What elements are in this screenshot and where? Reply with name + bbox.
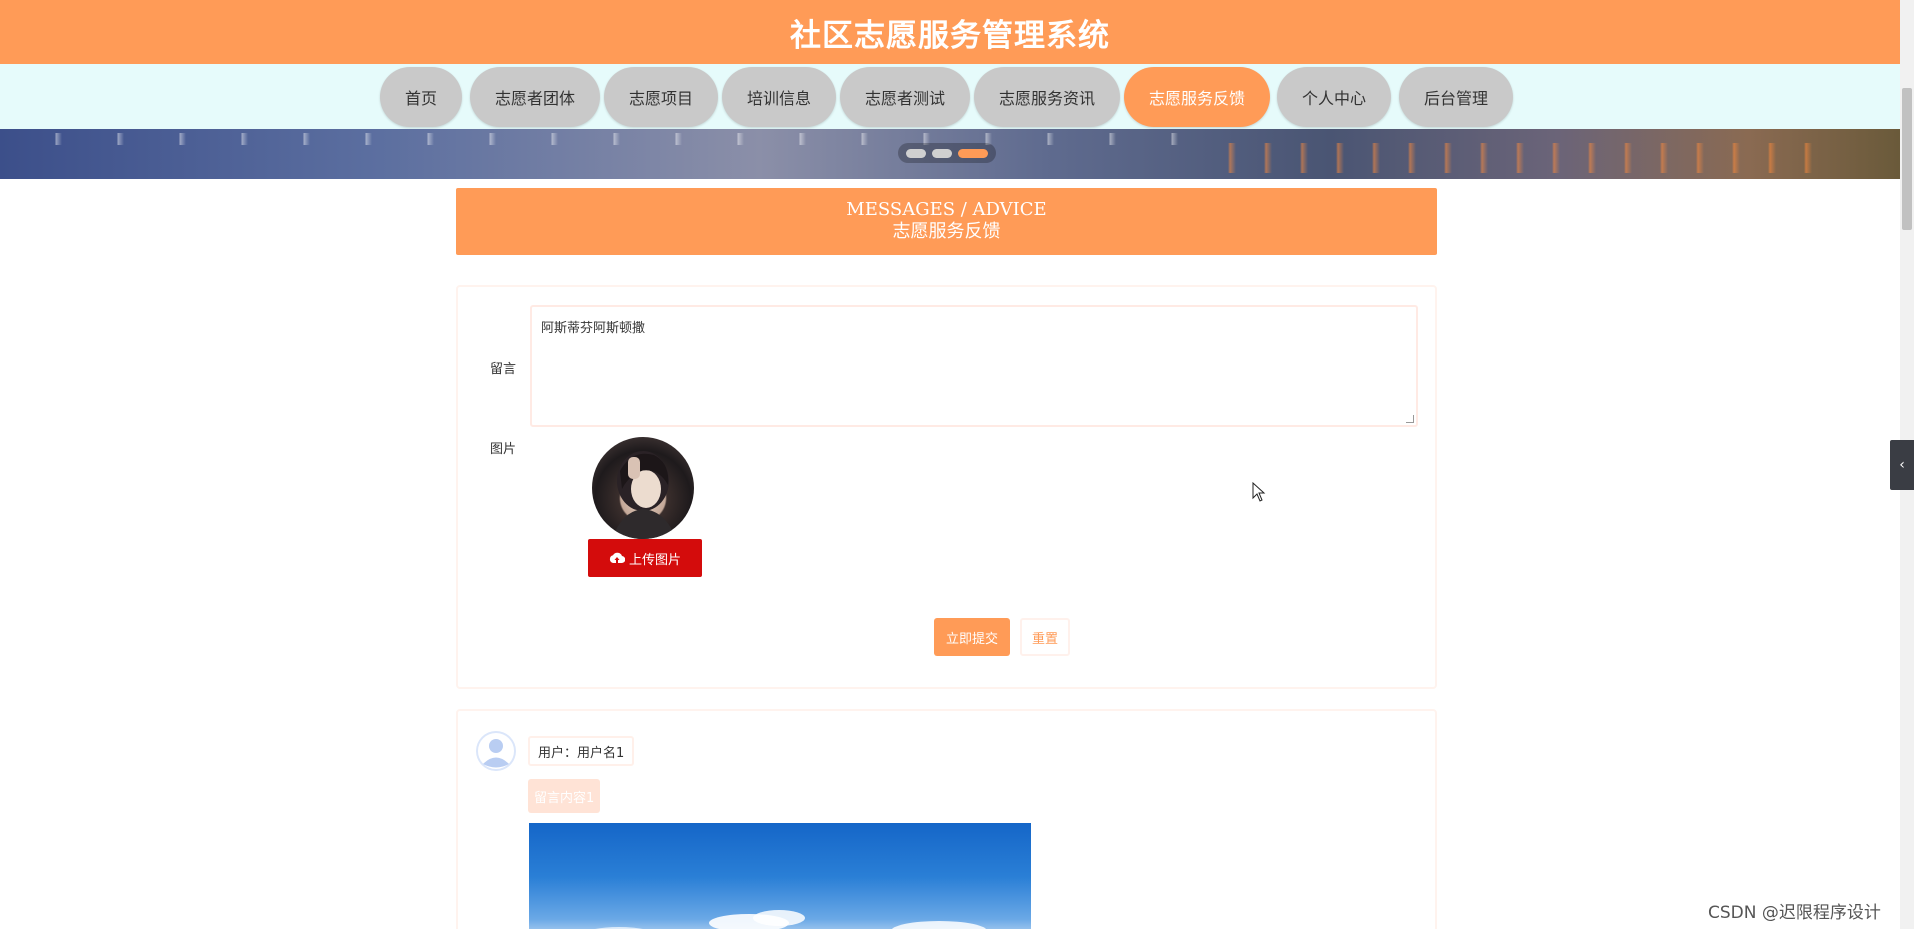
scrollbar-thumb[interactable] [1902,88,1912,230]
nav-volunteer-test[interactable]: 志愿者测试 [840,67,970,127]
uploaded-image-preview [592,437,694,539]
user-silhouette-icon [476,731,516,771]
message-content: 留言内容1 [528,779,601,813]
avatar-illustration [612,451,676,539]
header: 社区志愿服务管理系统 [0,0,1900,64]
resize-handle-icon[interactable] [1406,415,1414,423]
nav-volunteer-groups[interactable]: 志愿者团体 [470,67,600,127]
feedback-form: 留言 阿斯蒂芬阿斯顿撒 图片 上传图片 立即提交 重置 [456,285,1437,689]
section-title-cn: 志愿服务反馈 [892,221,1001,242]
message-textarea[interactable]: 阿斯蒂芬阿斯顿撒 [530,305,1418,427]
banner-image-lights [1200,143,1820,173]
nav-volunteer-projects[interactable]: 志愿项目 [604,67,718,127]
mouse-cursor-icon [1252,482,1266,502]
message-image [529,823,1031,929]
carousel-dot-2[interactable] [932,149,952,158]
section-title: MESSAGES / ADVICE 志愿服务反馈 [456,188,1437,255]
nav-personal-center[interactable]: 个人中心 [1277,67,1391,127]
nav-service-news[interactable]: 志愿服务资讯 [974,67,1120,127]
cloud-upload-icon [609,552,625,564]
message-item: 用户：用户名1 留言内容1 [456,709,1437,929]
nav-admin[interactable]: 后台管理 [1399,67,1513,127]
message-label: 留言 [490,362,517,377]
message-username: 用户：用户名1 [528,736,635,766]
image-label: 图片 [490,442,517,457]
user-avatar-icon [476,731,516,771]
upload-image-button[interactable]: 上传图片 [588,539,702,577]
nav-service-feedback[interactable]: 志愿服务反馈 [1124,67,1270,127]
reset-button[interactable]: 重置 [1020,618,1070,656]
carousel-dot-3[interactable] [958,149,988,158]
site-title: 社区志愿服务管理系统 [790,17,1110,54]
submit-button[interactable]: 立即提交 [934,618,1010,656]
watermark: CSDN @迟限程序设计 [1708,903,1881,923]
side-panel-toggle[interactable]: ‹ [1890,440,1914,490]
carousel-dot-1[interactable] [906,149,926,158]
page: 社区志愿服务管理系统 首页 志愿者团体 志愿项目 培训信息 志愿者测试 志愿服务… [0,0,1914,929]
carousel-indicators [898,143,996,163]
banner-carousel[interactable] [0,129,1900,179]
chevron-left-icon: ‹ [1899,457,1905,473]
nav-training-info[interactable]: 培训信息 [722,67,836,127]
section-title-en: MESSAGES / ADVICE [846,199,1047,220]
nav-home[interactable]: 首页 [380,67,462,127]
message-text: 阿斯蒂芬阿斯顿撒 [541,321,646,336]
banner-image-detail [0,133,1200,145]
upload-image-label: 上传图片 [628,552,681,568]
sky-clouds-image [595,910,987,929]
main-nav: 首页 志愿者团体 志愿项目 培训信息 志愿者测试 志愿服务资讯 志愿服务反馈 个… [0,64,1900,129]
